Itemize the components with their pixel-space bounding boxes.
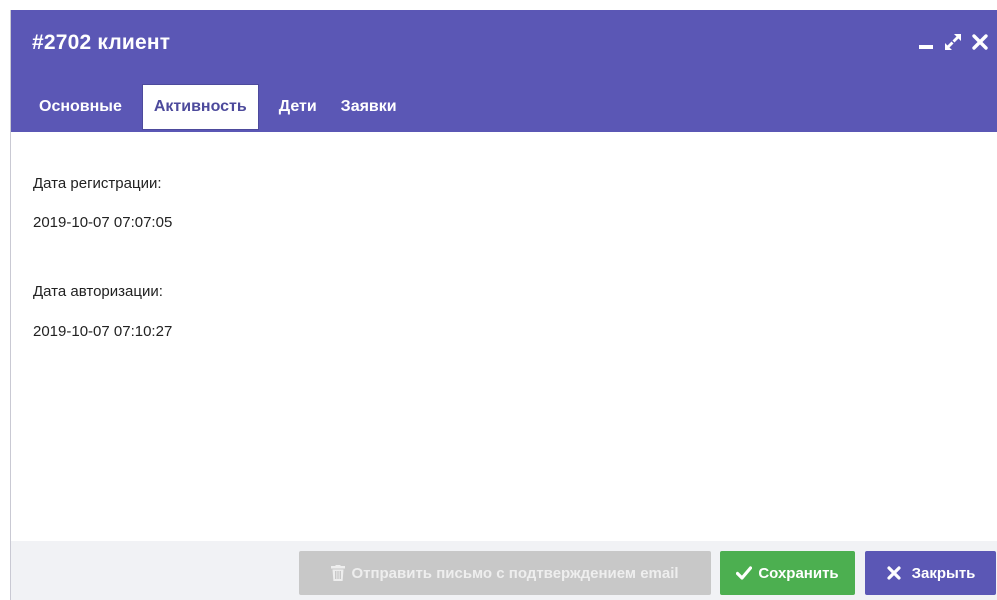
- close-label: Закрыть: [911, 564, 976, 582]
- registration-date-value: 2019-10-07 07:07:05: [33, 214, 173, 231]
- close-button[interactable]: Закрыть: [865, 551, 996, 595]
- window-controls: [916, 30, 990, 54]
- send-email-label: Отправить письмо с подтверждением email: [351, 564, 679, 582]
- tab-activity[interactable]: Активность: [141, 84, 259, 130]
- expand-icon[interactable]: [943, 32, 963, 52]
- tab-requests[interactable]: Заявки: [329, 82, 409, 131]
- authorization-date-value: 2019-10-07 07:10:27: [33, 323, 173, 340]
- activity-panel: Дата регистрации: 2019-10-07 07:07:05 Да…: [11, 132, 997, 550]
- save-label: Сохранить: [758, 564, 839, 582]
- save-button[interactable]: Сохранить: [720, 551, 855, 595]
- authorization-date-label: Дата авторизации:: [33, 283, 163, 300]
- close-icon: [886, 565, 902, 581]
- check-icon: [736, 566, 753, 580]
- dialog-header: #2702 клиент Основные Активность Дети За…: [11, 10, 997, 132]
- registration-date-label: Дата регистрации:: [33, 175, 162, 192]
- tab-bar: Основные Активность Дети Заявки: [27, 82, 409, 132]
- send-confirmation-email-button[interactable]: Отправить письмо с подтверждением email: [299, 551, 711, 595]
- dialog-footer: Отправить письмо с подтверждением email …: [11, 541, 997, 600]
- dialog-title: #2702 клиент: [32, 31, 171, 54]
- client-dialog: #2702 клиент Основные Активность Дети За…: [10, 10, 997, 600]
- tab-children[interactable]: Дети: [267, 82, 329, 131]
- minimize-icon[interactable]: [916, 32, 936, 52]
- trash-icon: [331, 565, 346, 581]
- tab-main[interactable]: Основные: [27, 82, 134, 131]
- close-icon[interactable]: [970, 32, 990, 52]
